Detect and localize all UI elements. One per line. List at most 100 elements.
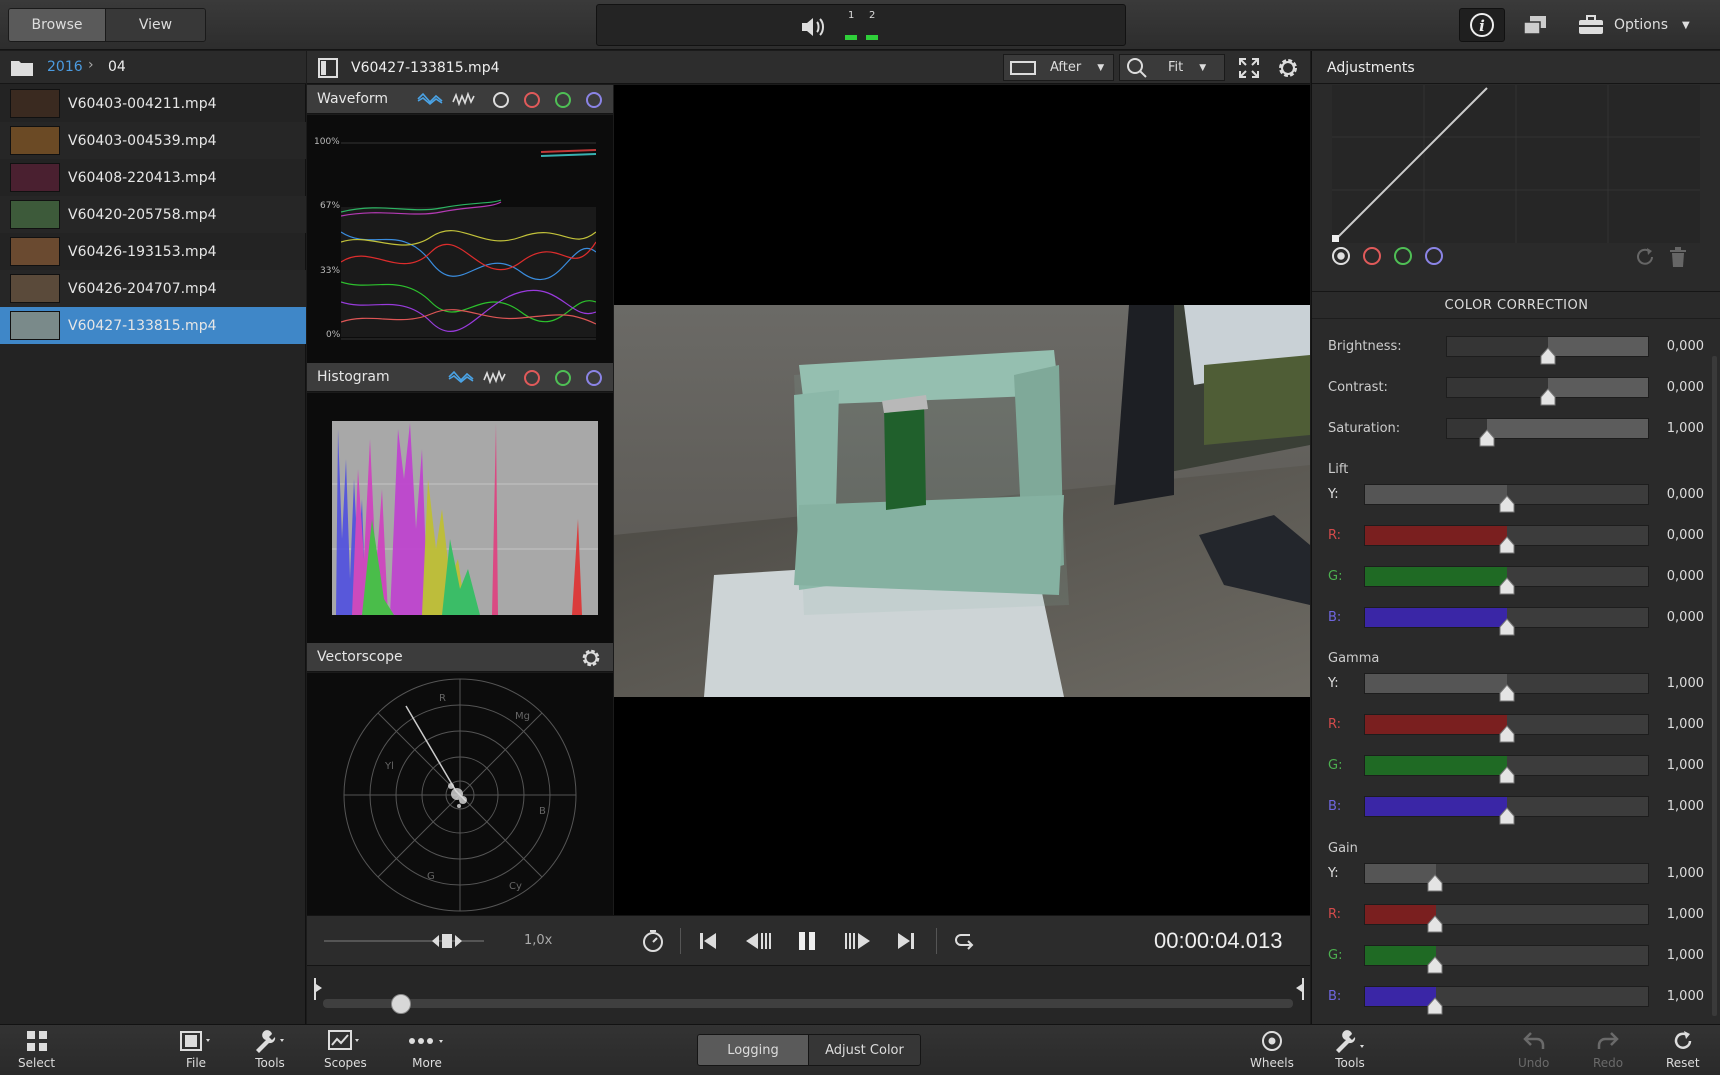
file-row[interactable]: V60420-205758.mp4	[0, 196, 306, 233]
tools-button[interactable]: Tools	[252, 1029, 288, 1070]
out-point-marker-icon[interactable]	[1295, 978, 1305, 1000]
grid-icon	[26, 1031, 47, 1051]
scrub-track[interactable]	[323, 999, 1293, 1008]
slider-knob[interactable]	[1426, 915, 1444, 933]
tools-right-button[interactable]: Tools	[1332, 1029, 1368, 1070]
step-forward-icon[interactable]	[844, 931, 872, 951]
slider-knob[interactable]	[1498, 766, 1516, 784]
wheels-button[interactable]: Wheels	[1250, 1029, 1294, 1070]
in-point-marker-icon[interactable]	[313, 978, 323, 1000]
info-button[interactable]: i	[1459, 8, 1505, 42]
slider-knob[interactable]	[1426, 997, 1444, 1015]
adjust-color-tab[interactable]: Adjust Color	[808, 1035, 920, 1065]
file-row[interactable]: V60426-193153.mp4	[0, 233, 306, 270]
skip-end-icon[interactable]	[896, 931, 916, 951]
blue-channel-icon[interactable]	[586, 92, 602, 108]
slider-knob[interactable]	[1498, 536, 1516, 554]
red-curve-icon[interactable]	[1363, 247, 1381, 265]
gear-icon[interactable]	[579, 646, 603, 670]
file-row[interactable]: V60403-004539.mp4	[0, 122, 306, 159]
undo-button[interactable]: Undo	[1518, 1029, 1549, 1070]
scrollbar[interactable]	[1712, 356, 1717, 1016]
slider-track[interactable]	[1364, 945, 1649, 966]
histogram-trace	[332, 419, 598, 615]
histogram-parade-icon[interactable]	[483, 370, 507, 384]
slider-fill	[1365, 797, 1507, 816]
green-channel-icon[interactable]	[555, 92, 571, 108]
more-button[interactable]: More	[407, 1029, 447, 1070]
mode-switch: Browse View	[8, 8, 206, 42]
slider-track[interactable]	[1364, 863, 1649, 884]
blue-channel-icon[interactable]	[586, 370, 602, 386]
file-button[interactable]: File	[178, 1029, 214, 1070]
gear-icon[interactable]	[1275, 55, 1301, 81]
slider-track[interactable]	[1364, 986, 1649, 1007]
vector-label-b: B	[539, 806, 546, 817]
curve-editor[interactable]	[1332, 85, 1700, 243]
trash-icon[interactable]	[1668, 246, 1688, 268]
file-label: File	[185, 1056, 207, 1070]
waveform-parade-icon[interactable]	[452, 92, 476, 106]
fullscreen-icon[interactable]	[1238, 57, 1260, 79]
slider-track[interactable]	[1364, 904, 1649, 925]
file-name: V60403-004211.mp4	[68, 95, 217, 112]
skip-start-icon[interactable]	[698, 931, 718, 951]
slider-value: 1,000	[1666, 799, 1704, 814]
blue-curve-icon[interactable]	[1425, 247, 1443, 265]
histogram-overlay-icon[interactable]	[448, 370, 474, 384]
waveform-tick-0: 0%	[326, 330, 341, 340]
file-row[interactable]: V60403-004211.mp4	[0, 85, 306, 122]
reset-button[interactable]: Reset	[1666, 1029, 1700, 1070]
file-row[interactable]: V60408-220413.mp4	[0, 159, 306, 196]
reset-curve-icon[interactable]	[1635, 247, 1657, 267]
slider-knob[interactable]	[1498, 684, 1516, 702]
breadcrumb-year[interactable]: 2016	[47, 59, 83, 75]
slider-knob[interactable]	[1498, 807, 1516, 825]
slider-track[interactable]	[1446, 418, 1649, 439]
pause-icon[interactable]	[796, 930, 818, 952]
panel-toggle-icon[interactable]	[318, 58, 338, 78]
speaker-icon[interactable]	[799, 15, 827, 39]
folder-icon[interactable]	[10, 58, 34, 77]
file-row[interactable]: V60426-204707.mp4	[0, 270, 306, 307]
loop-icon[interactable]	[954, 931, 976, 951]
slider-knob[interactable]	[1498, 618, 1516, 636]
stopwatch-icon[interactable]	[641, 929, 665, 953]
scopes-button[interactable]: Scopes	[324, 1029, 367, 1070]
slider-knob[interactable]	[1539, 347, 1557, 365]
breadcrumb-month[interactable]: 04	[108, 59, 126, 75]
slider-knob[interactable]	[1478, 429, 1496, 447]
waveform-overlay-icon[interactable]	[417, 92, 443, 106]
browse-button[interactable]: Browse	[9, 9, 106, 41]
video-viewer[interactable]	[614, 85, 1310, 915]
green-curve-icon[interactable]	[1394, 247, 1412, 265]
logging-tab[interactable]: Logging	[698, 1035, 808, 1065]
slider-label: Brightness:	[1328, 339, 1402, 354]
slider-fill	[1365, 608, 1507, 627]
slider-knob[interactable]	[1498, 495, 1516, 513]
luma-curve-icon[interactable]	[1332, 247, 1350, 265]
step-back-icon[interactable]	[744, 931, 772, 951]
zoom-select[interactable]: Fit ▼	[1119, 54, 1225, 81]
slider-knob[interactable]	[1426, 956, 1444, 974]
luma-channel-icon[interactable]	[493, 92, 509, 108]
view-button[interactable]: View	[105, 9, 205, 41]
window-button[interactable]	[1512, 8, 1558, 42]
shuttle-handle-icon[interactable]	[431, 932, 463, 950]
options-button[interactable]: Options ▼	[1578, 8, 1712, 42]
playhead-knob[interactable]	[390, 994, 411, 1014]
file-thumbnail	[10, 311, 60, 340]
slider-knob[interactable]	[1498, 725, 1516, 743]
compare-mode-select[interactable]: After ▼	[1003, 54, 1114, 81]
red-channel-icon[interactable]	[524, 370, 540, 386]
file-row[interactable]: V60427-133815.mp4	[0, 307, 306, 344]
green-channel-icon[interactable]	[555, 370, 571, 386]
slider-knob[interactable]	[1426, 874, 1444, 892]
frame-icon	[1010, 60, 1036, 75]
red-channel-icon[interactable]	[524, 92, 540, 108]
slider-knob[interactable]	[1539, 388, 1557, 406]
windows-icon	[1523, 16, 1546, 35]
select-button[interactable]: Select	[18, 1029, 55, 1070]
slider-knob[interactable]	[1498, 577, 1516, 595]
redo-button[interactable]: Redo	[1593, 1029, 1623, 1070]
